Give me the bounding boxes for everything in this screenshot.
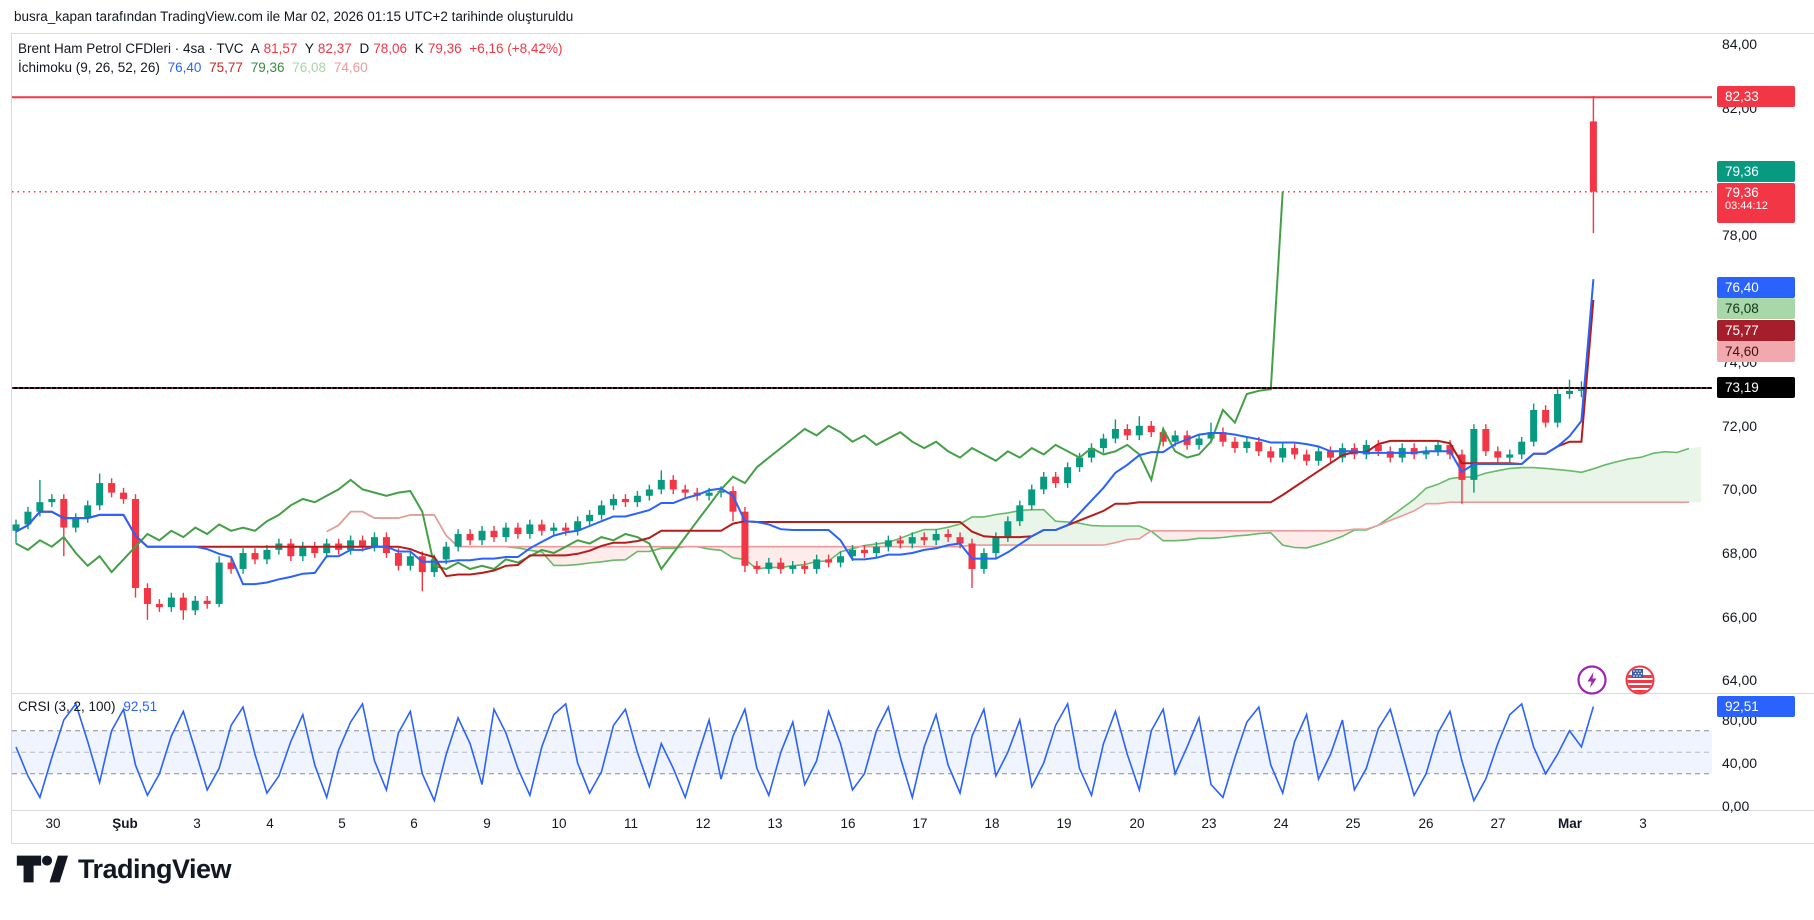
price-tick-label: 68,00 (1722, 545, 1757, 561)
ichimoku-senkou-b-value: 74,60 (334, 60, 368, 75)
date-tick-label: 12 (695, 816, 710, 831)
date-tick-label: 10 (551, 816, 566, 831)
open-label: A (251, 41, 260, 56)
date-tick-label: 20 (1129, 816, 1144, 831)
date-tick-label: Şub (112, 816, 138, 831)
last-price-badge: 79,36 03:44:12 (1717, 183, 1795, 223)
senkou-b-price-badge: 74,60 (1717, 341, 1795, 362)
us-flag-icon (1623, 663, 1657, 697)
price-tick-label: 84,00 (1722, 36, 1757, 52)
symbol-title[interactable]: Brent Ham Petrol CFDleri · 4sa · TVC (18, 41, 244, 56)
ichimoku-title[interactable]: İchimoku (9, 26, 52, 26) (18, 60, 160, 75)
price-tick-label: 64,00 (1722, 672, 1757, 688)
time-axis-separator[interactable] (11, 810, 1814, 811)
price-tick-label: 70,00 (1722, 481, 1757, 497)
date-tick-label: 30 (45, 816, 60, 831)
frame-bottom (11, 843, 1814, 844)
alert-price-badge: 82,33 (1717, 86, 1795, 107)
pane-separator (11, 693, 1814, 694)
chikou-price-badge: 79,36 (1717, 161, 1795, 182)
support-level-badge: 73,19 (1717, 377, 1795, 398)
ichimoku-legend[interactable]: İchimoku (9, 26, 52, 26) 76,40 75,77 79,… (18, 60, 372, 75)
kijun-price-badge: 75,77 (1717, 320, 1795, 341)
ichimoku-chikou-value: 79,36 (251, 60, 285, 75)
bar-countdown: 03:44:12 (1725, 200, 1795, 213)
crsi-tick-label: 40,00 (1722, 755, 1757, 771)
crsi-value-badge: 92,51 (1717, 696, 1795, 717)
date-tick-label: 3 (193, 816, 201, 831)
chart-canvas[interactable] (0, 0, 1814, 920)
date-tick-label: 18 (984, 816, 999, 831)
close-value: 79,36 (428, 41, 462, 56)
tradingview-logo[interactable]: TradingView (16, 850, 231, 888)
date-tick-label: Mar (1558, 816, 1582, 831)
date-tick-label: 27 (1490, 816, 1505, 831)
price-tick-label: 78,00 (1722, 227, 1757, 243)
change-value: +6,16 (+8,42%) (469, 41, 562, 56)
date-tick-label: 11 (624, 816, 638, 831)
high-value: 82,37 (318, 41, 352, 56)
date-tick-label: 4 (266, 816, 274, 831)
date-tick-label: 6 (410, 816, 418, 831)
tradingview-logo-text: TradingView (78, 854, 231, 885)
ichimoku-tenkan-value: 76,40 (168, 60, 202, 75)
price-tick-label: 66,00 (1722, 609, 1757, 625)
crsi-legend[interactable]: CRSI (3, 2, 100) 92,51 (18, 699, 161, 714)
date-tick-label: 16 (840, 816, 855, 831)
date-tick-label: 19 (1056, 816, 1071, 831)
price-tick-label: 72,00 (1722, 418, 1757, 434)
crsi-title[interactable]: CRSI (3, 2, 100) (18, 699, 116, 714)
frame-top (11, 33, 1814, 34)
last-price-value: 79,36 (1725, 185, 1759, 200)
crsi-tick-label: 0,00 (1722, 798, 1749, 814)
close-label: K (415, 41, 424, 56)
date-tick-label: 5 (338, 816, 346, 831)
date-tick-label: 3 (1639, 816, 1647, 831)
date-tick-label: 24 (1273, 816, 1288, 831)
low-label: D (359, 41, 369, 56)
frame-left (11, 33, 12, 843)
date-tick-label: 9 (483, 816, 491, 831)
tenkan-price-badge: 76,40 (1717, 277, 1795, 298)
tradingview-snapshot: busra_kapan tarafından TradingView.com i… (0, 0, 1814, 920)
lightning-icon (1575, 663, 1609, 697)
date-tick-label: 17 (912, 816, 927, 831)
date-tick-label: 26 (1418, 816, 1433, 831)
tradingview-logo-icon (16, 850, 68, 888)
high-label: Y (305, 41, 314, 56)
date-tick-label: 13 (767, 816, 782, 831)
date-tick-label: 25 (1345, 816, 1360, 831)
low-value: 78,06 (373, 41, 407, 56)
senkou-a-price-badge: 76,08 (1717, 298, 1795, 319)
ichimoku-kijun-value: 75,77 (209, 60, 243, 75)
symbol-legend[interactable]: Brent Ham Petrol CFDleri · 4sa · TVC A 81… (18, 41, 566, 56)
crsi-value: 92,51 (123, 699, 157, 714)
date-tick-label: 23 (1201, 816, 1216, 831)
open-value: 81,57 (264, 41, 298, 56)
ichimoku-senkou-a-value: 76,08 (292, 60, 326, 75)
